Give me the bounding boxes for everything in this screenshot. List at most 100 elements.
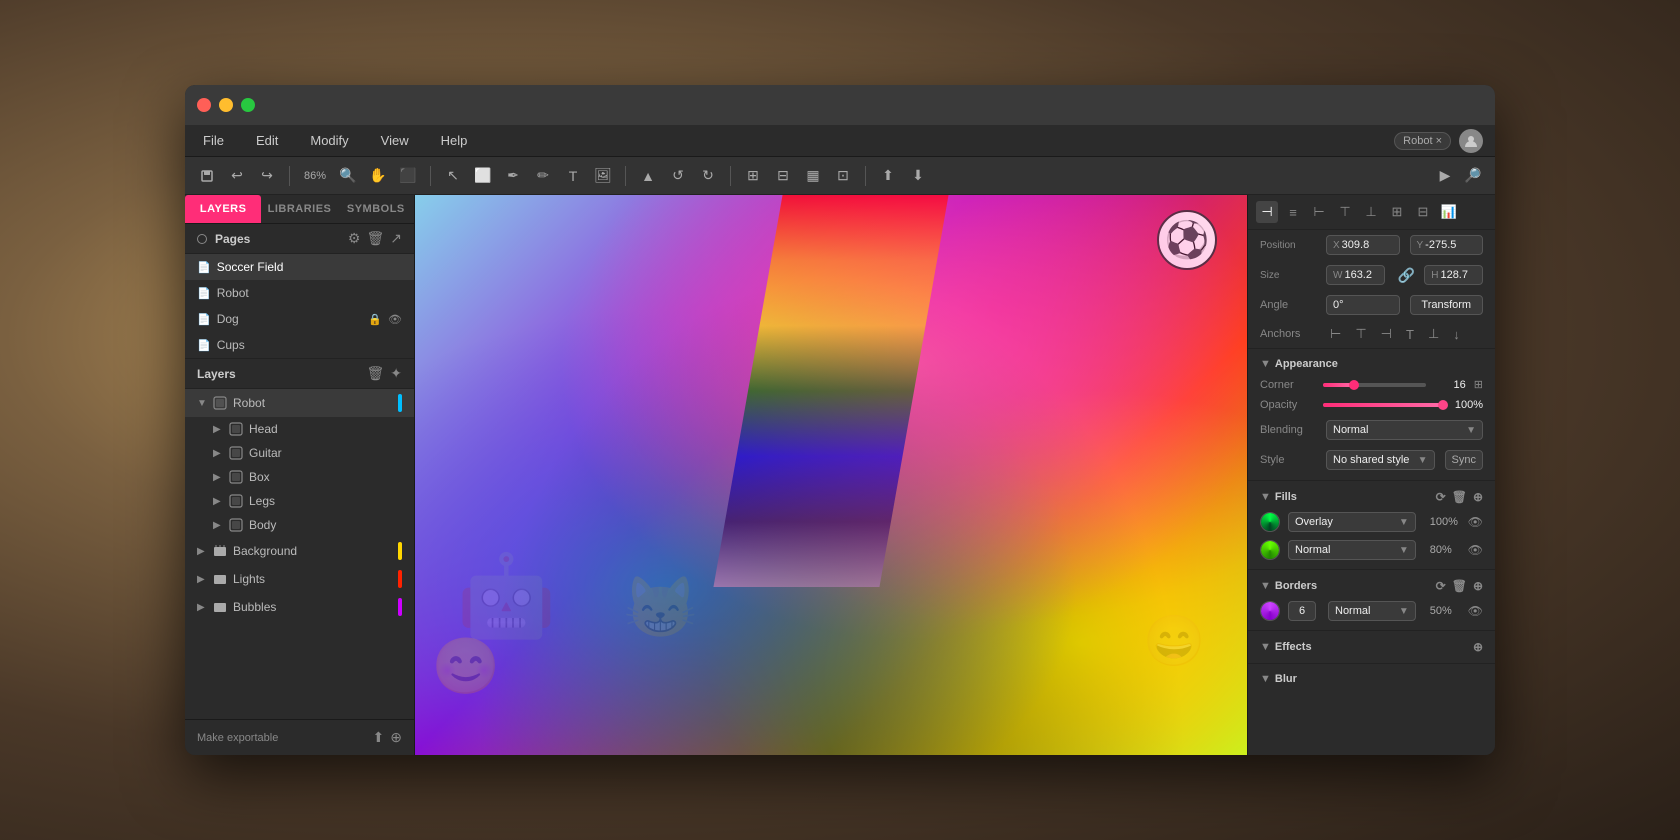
robot-expand-icon[interactable]: ▼ <box>197 398 207 409</box>
minimize-button[interactable] <box>219 98 233 112</box>
triangle-icon[interactable]: ▲ <box>636 164 660 188</box>
layer-robot[interactable]: ▼ Robot <box>185 389 414 417</box>
borders-add-icon[interactable]: ⊕ <box>1473 579 1483 593</box>
export-bottom-icon[interactable]: ⬆ <box>373 729 385 746</box>
inspect-icon[interactable]: 🔎 <box>1461 164 1485 188</box>
head-expand-icon[interactable]: ▶ <box>213 424 223 435</box>
export-icon[interactable]: ⬆ <box>876 164 900 188</box>
canvas-area[interactable]: ⚽ 🤖 😸 😄 😊 <box>415 195 1247 755</box>
fill-eye-1-icon[interactable]: 👁 <box>1468 515 1483 529</box>
page-item-soccer[interactable]: 📄 Soccer Field <box>185 254 414 280</box>
close-button[interactable] <box>197 98 211 112</box>
anchor-tl[interactable]: ⊢ <box>1326 324 1345 344</box>
corner-thumb[interactable] <box>1349 380 1359 390</box>
guitar-expand-icon[interactable]: ▶ <box>213 448 223 459</box>
corner-options-icon[interactable]: ⊞ <box>1474 378 1483 391</box>
layers-add-icon[interactable]: ✦ <box>390 365 402 382</box>
anchor-text-mid[interactable]: ⊥ <box>1424 324 1443 344</box>
layer-background[interactable]: ▶ Background <box>185 537 414 565</box>
rp-spacing-icon[interactable]: ⊞ <box>1386 201 1408 223</box>
borders-delete-icon[interactable]: 🗑 <box>1452 579 1467 593</box>
pages-toggle[interactable] <box>197 234 207 244</box>
border-size-field[interactable]: 6 <box>1288 601 1316 621</box>
anchor-tc[interactable]: ⊤ <box>1351 324 1370 344</box>
redo-icon[interactable]: ↪ <box>255 164 279 188</box>
text-tool[interactable]: T <box>561 164 585 188</box>
zoom-icon[interactable]: 🔍 <box>336 164 360 188</box>
shape-tool[interactable]: ⬛ <box>396 164 420 188</box>
anchor-text-top[interactable]: T <box>1402 325 1418 344</box>
body-expand-icon[interactable]: ▶ <box>213 520 223 531</box>
page-item-robot[interactable]: 📄 Robot <box>185 280 414 306</box>
menu-help[interactable]: Help <box>435 129 474 152</box>
appearance-title[interactable]: ▼ Appearance <box>1248 354 1495 374</box>
rp-distribute-icon[interactable]: ⊤ <box>1334 201 1356 223</box>
fill-eye-2-icon[interactable]: 👁 <box>1468 543 1483 557</box>
prototype-icon[interactable]: ▶ <box>1433 164 1457 188</box>
tab-libraries[interactable]: LIBRARIES <box>261 195 337 223</box>
rect-tool[interactable]: ⬜ <box>471 164 495 188</box>
pages-settings-icon[interactable]: ⚙ <box>348 230 361 247</box>
size-h-field[interactable]: H 128.7 <box>1424 265 1483 285</box>
position-y-field[interactable]: Y -275.5 <box>1410 235 1484 255</box>
effects-add-icon[interactable]: ⊕ <box>1473 640 1483 654</box>
menu-modify[interactable]: Modify <box>304 129 354 152</box>
layer-head[interactable]: ▶ Head <box>201 417 414 441</box>
menu-view[interactable]: View <box>375 129 415 152</box>
anchor-text-bot[interactable]: ↓ <box>1449 325 1464 344</box>
style-dropdown[interactable]: No shared style ▼ <box>1326 450 1435 470</box>
rp-chart-icon[interactable]: 📊 <box>1438 201 1460 223</box>
fills-add-icon[interactable]: ⊕ <box>1473 490 1483 504</box>
layer-guitar[interactable]: ▶ Guitar <box>201 441 414 465</box>
blending-dropdown[interactable]: Normal ▼ <box>1326 420 1483 440</box>
pages-delete-icon[interactable]: 🗑 <box>366 230 384 247</box>
rp-distribute2-icon[interactable]: ⊥ <box>1360 201 1382 223</box>
menu-file[interactable]: File <box>197 129 230 152</box>
pencil-tool[interactable]: ✏ <box>531 164 555 188</box>
anchor-tr[interactable]: ⊣ <box>1377 324 1396 344</box>
align-icon[interactable]: ⊞ <box>741 164 765 188</box>
add-export-icon[interactable]: ⊕ <box>390 729 402 746</box>
border-blend-dropdown[interactable]: Normal ▼ <box>1328 601 1416 621</box>
border-swatch-1[interactable] <box>1260 601 1280 621</box>
undo-icon[interactable]: ↩ <box>225 164 249 188</box>
page-item-dog[interactable]: 📄 Dog 🔒 👁 <box>185 306 414 332</box>
border-eye-icon[interactable]: 👁 <box>1468 604 1483 618</box>
hand-icon[interactable]: ✋ <box>366 164 390 188</box>
fill-blend-2-dropdown[interactable]: Normal ▼ <box>1288 540 1416 560</box>
lights-expand-icon[interactable]: ▶ <box>197 574 207 585</box>
select-tool[interactable]: ↖ <box>441 164 465 188</box>
layer-legs[interactable]: ▶ Legs <box>201 489 414 513</box>
grid-icon[interactable]: ⊟ <box>771 164 795 188</box>
rp-align-center-icon[interactable]: ≡ <box>1282 201 1304 223</box>
fill-swatch-2[interactable] <box>1260 540 1280 560</box>
menu-edit[interactable]: Edit <box>250 129 284 152</box>
group-icon[interactable]: ▦ <box>801 164 825 188</box>
opacity-thumb[interactable] <box>1438 400 1448 410</box>
angle-field[interactable]: 0° <box>1326 295 1400 315</box>
rp-align-right-icon[interactable]: ⊢ <box>1308 201 1330 223</box>
size-w-field[interactable]: W 163.2 <box>1326 265 1385 285</box>
rp-grid-icon[interactable]: ⊟ <box>1412 201 1434 223</box>
tab-layers[interactable]: LAYERS <box>185 195 261 223</box>
layer-bubbles[interactable]: ▶ Bubbles <box>185 593 414 621</box>
rp-align-left-icon[interactable]: ⊣ <box>1256 201 1278 223</box>
layer-lights[interactable]: ▶ Lights <box>185 565 414 593</box>
fill-blend-1-dropdown[interactable]: Overlay ▼ <box>1288 512 1416 532</box>
sync-button[interactable]: Sync <box>1445 450 1483 470</box>
mask-icon[interactable]: ⊡ <box>831 164 855 188</box>
tab-symbols[interactable]: SYMBOLS <box>338 195 414 223</box>
fill-swatch-1[interactable] <box>1260 512 1280 532</box>
position-x-field[interactable]: X 309.8 <box>1326 235 1400 255</box>
save-icon[interactable] <box>195 164 219 188</box>
bubbles-expand-icon[interactable]: ▶ <box>197 602 207 613</box>
rotate-left-icon[interactable]: ↺ <box>666 164 690 188</box>
layer-box[interactable]: ▶ Box <box>201 465 414 489</box>
fills-sync-icon[interactable]: ⟳ <box>1436 490 1446 504</box>
opacity-slider[interactable] <box>1323 403 1443 407</box>
page-item-cups[interactable]: 📄 Cups <box>185 332 414 358</box>
link-icon[interactable]: ⬇ <box>906 164 930 188</box>
user-badge[interactable]: Robot × <box>1394 132 1451 150</box>
corner-slider[interactable] <box>1323 383 1426 387</box>
borders-sync-icon[interactable]: ⟳ <box>1436 579 1446 593</box>
